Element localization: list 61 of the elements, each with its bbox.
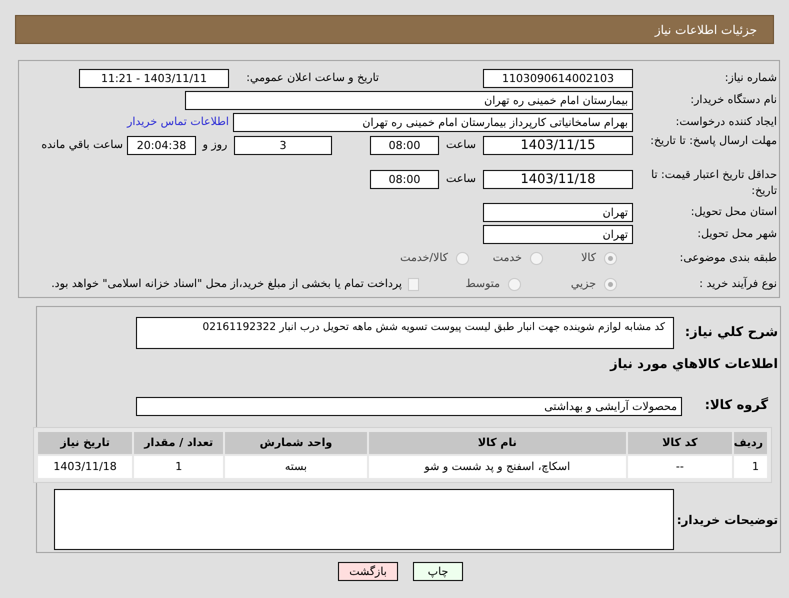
text-field[interactable]: 1103090614002103 bbox=[483, 68, 633, 88]
field-label: ساعت باقي مانده bbox=[41, 137, 123, 153]
field-label: شهر محل تحویل: bbox=[696, 226, 777, 242]
column-header: واحد شمارش bbox=[225, 432, 367, 454]
field-label: روز و bbox=[201, 137, 228, 153]
column-header: تاریخ نیاز bbox=[38, 432, 132, 454]
table-cell: 1 bbox=[734, 456, 767, 478]
text-field[interactable]: 08:00 bbox=[370, 170, 439, 189]
contact-link[interactable]: اطلاعات تماس خریدار bbox=[127, 114, 229, 130]
text-field[interactable]: 08:00 bbox=[370, 136, 439, 155]
checkbox[interactable] bbox=[408, 278, 419, 290]
field-label: طبقه بندی موضوعی: bbox=[678, 250, 777, 266]
field-label: نوع فرآیند خرید : bbox=[698, 276, 777, 292]
column-header: کد کالا bbox=[628, 432, 732, 454]
field-label: توضیحات خریدار: bbox=[676, 512, 778, 529]
radio-label: متوسط bbox=[465, 276, 500, 292]
radio-button[interactable] bbox=[604, 252, 617, 264]
field-label: ایجاد کننده درخواست: bbox=[674, 114, 777, 130]
radio-label: کالا/خدمت bbox=[400, 250, 448, 266]
field-label: شرح کلي نیاز: bbox=[684, 324, 778, 342]
section-heading: اطلاعات کالاهاي مورد نیاز bbox=[610, 356, 778, 374]
text-field[interactable]: 1403/11/15 bbox=[483, 136, 633, 155]
field-label: نام دستگاه خریدار: bbox=[689, 92, 777, 108]
text-field[interactable]: 1403/11/18 bbox=[483, 170, 633, 189]
field-label: شماره نیاز: bbox=[724, 70, 777, 86]
back-button[interactable]: بازگشت bbox=[338, 562, 398, 581]
column-header: تعداد / مقدار bbox=[134, 432, 224, 454]
field-label: ساعت bbox=[445, 137, 477, 153]
radio-button[interactable] bbox=[604, 278, 617, 290]
text-field[interactable]: تهران bbox=[483, 202, 633, 222]
radio-button[interactable] bbox=[530, 252, 543, 264]
table-cell: -- bbox=[628, 456, 732, 478]
table-cell: اسکاچ، اسفنج و پد شست و شو bbox=[368, 456, 626, 478]
radio-button[interactable] bbox=[508, 278, 521, 290]
table-cell: 1403/11/18 bbox=[38, 456, 132, 478]
radio-button[interactable] bbox=[456, 252, 469, 264]
radio-label: جزيي bbox=[570, 276, 596, 292]
print-button[interactable]: چاپ bbox=[413, 562, 463, 581]
notes-textarea[interactable] bbox=[54, 489, 674, 550]
field-label: حداقل تاریخ اعتبار قیمت: تا تاریخ: bbox=[650, 167, 777, 199]
field-label: استان محل تحویل: bbox=[690, 204, 777, 220]
column-header: ردیف bbox=[734, 432, 767, 454]
text-field[interactable]: 1403/11/11 - 11:21 bbox=[79, 68, 229, 88]
field-label: گروه کالا: bbox=[704, 396, 769, 416]
column-header: نام کالا bbox=[368, 432, 626, 454]
text-field[interactable]: بهرام سامخانیاتی کارپرداز بیمارستان امام خمینی ره تهران bbox=[233, 112, 633, 132]
description-textarea[interactable]: کد مشابه لوازم شوینده جهت انبار طبق لیست پیوست تسویه شش ماهه تحویل درب انبار 02161192322 bbox=[136, 317, 674, 349]
field-label: مهلت ارسال پاسخ: تا تاریخ: bbox=[649, 133, 777, 149]
text-field[interactable]: 3 bbox=[234, 136, 332, 155]
field-label: ساعت bbox=[445, 171, 477, 187]
table-cell: بسته bbox=[225, 456, 367, 478]
countdown-field[interactable]: 20:04:38 bbox=[127, 136, 196, 155]
radio-label: خدمت bbox=[492, 250, 522, 266]
page-title: جزئیات اطلاعات نیاز bbox=[654, 22, 757, 38]
text-field[interactable]: بیمارستان امام خمینی ره تهران bbox=[185, 90, 633, 110]
text-field[interactable]: تهران bbox=[483, 224, 633, 244]
field-label: تاریخ و ساعت اعلان عمومي: bbox=[245, 70, 379, 86]
radio-label: کالا bbox=[581, 250, 596, 266]
group-field[interactable]: محصولات آرایشی و بهداشتی bbox=[136, 396, 682, 416]
table-cell: 1 bbox=[134, 456, 224, 478]
treasury-note: پرداخت تمام یا بخشی از مبلغ خرید،از محل "اسناد خزانه اسلامی" خواهد بود. bbox=[51, 276, 402, 292]
